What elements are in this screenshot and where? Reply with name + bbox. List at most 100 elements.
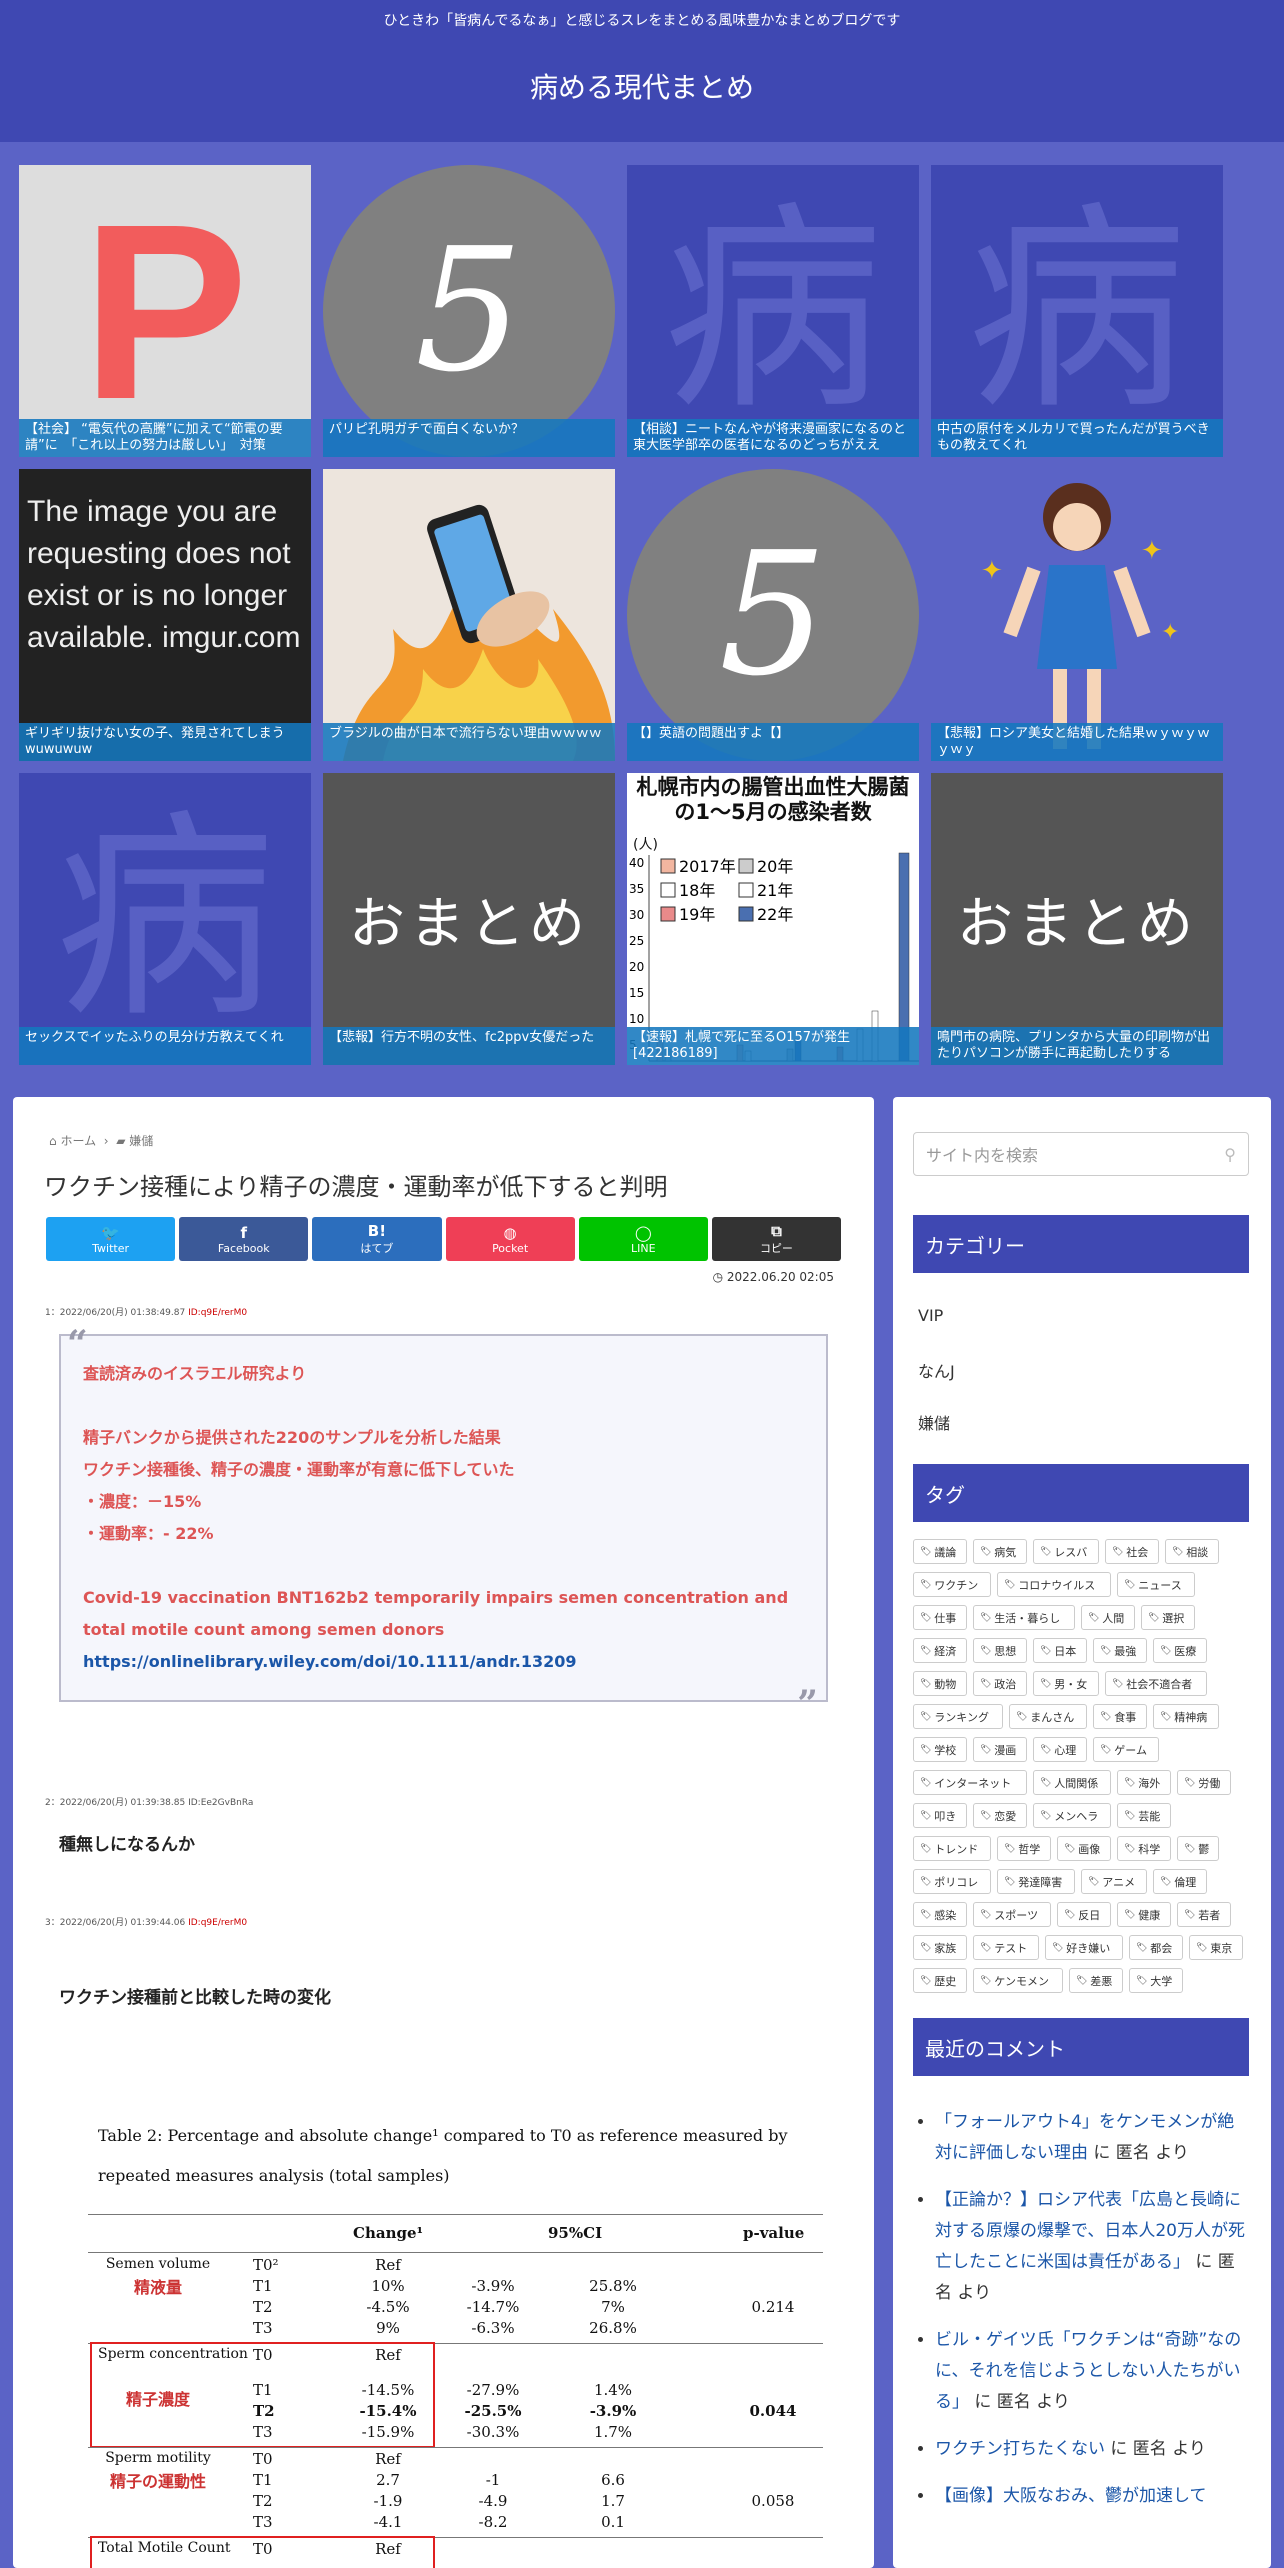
tag-link[interactable]: 🏷 ケンモメン	[973, 1968, 1063, 1993]
comment-post-link[interactable]: 【画像】大阪なおみ、鬱が加速して	[935, 2486, 1207, 2506]
tag-link[interactable]: 🏷 芸能	[1117, 1803, 1171, 1828]
category-link[interactable]: VIP	[918, 1306, 943, 1325]
pocket-share-button[interactable]: ◍ Pocket	[445, 1217, 575, 1261]
featured-card[interactable]: ブラジルの曲が日本で流行らない理由ｗｗｗｗ	[323, 469, 615, 761]
tag-link[interactable]: 🏷 倫理	[1153, 1869, 1207, 1894]
card-caption[interactable]: ブラジルの曲が日本で流行らない理由ｗｗｗｗ	[323, 723, 615, 761]
tag-link[interactable]: 🏷 大学	[1129, 1968, 1183, 1993]
comment-post-link[interactable]: ワクチン打ちたくない	[935, 2439, 1105, 2459]
featured-card[interactable]: P 【社会】 “電気代の高騰”に加えて“節電の要請”に 「これ以上の努力は厳しい…	[19, 165, 311, 457]
featured-card[interactable]: おまとめ 鳴門市の病院、プリンタから大量の印刷物が出たりパソコンが勝手に再起動し…	[931, 773, 1223, 1065]
tag-link[interactable]: 🏷 発達障害	[997, 1869, 1075, 1894]
tag-link[interactable]: 🏷 健康	[1117, 1902, 1171, 1927]
tag-link[interactable]: 🏷 仕事	[913, 1605, 967, 1630]
tag-link[interactable]: 🏷 ポリコレ	[913, 1869, 991, 1894]
tag-link[interactable]: 🏷 政治	[973, 1671, 1027, 1696]
tag-link[interactable]: 🏷 叩き	[913, 1803, 967, 1828]
tag-link[interactable]: 🏷 テスト	[973, 1935, 1039, 1960]
tag-link[interactable]: 🏷 海外	[1117, 1770, 1171, 1795]
tag-link[interactable]: 🏷 まんさん	[1009, 1704, 1087, 1729]
tag-link[interactable]: 🏷 歴史	[913, 1968, 967, 1993]
tag-link[interactable]: 🏷 労働	[1177, 1770, 1231, 1795]
tag-link[interactable]: 🏷 トレンド	[913, 1836, 991, 1861]
breadcrumb-category[interactable]: 嫌儲	[129, 1134, 153, 1148]
card-caption[interactable]: セックスでイッたふりの見分け方教えてくれ	[19, 1027, 311, 1065]
tag-link[interactable]: 🏷 東京	[1189, 1935, 1243, 1960]
tag-link[interactable]: 🏷 感染	[913, 1902, 967, 1927]
tag-link[interactable]: 🏷 アニメ	[1081, 1869, 1147, 1894]
card-caption[interactable]: 【悲報】行方不明の女性、fc2ppv女優だった	[323, 1027, 615, 1065]
card-caption[interactable]: ギリギリ抜けない女の子、発見されてしまうwuwuwuw	[19, 723, 311, 761]
featured-card[interactable]: The image you are requesting does not ex…	[19, 469, 311, 761]
tag-link[interactable]: 🏷 人間関係	[1033, 1770, 1111, 1795]
featured-card[interactable]: 病 セックスでイッたふりの見分け方教えてくれ	[19, 773, 311, 1065]
line-share-button[interactable]: ◯ LINE	[578, 1217, 708, 1261]
tag-link[interactable]: 🏷 スポーツ	[973, 1902, 1051, 1927]
tag-link[interactable]: 🏷 人間	[1081, 1605, 1135, 1630]
tag-link[interactable]: 🏷 若者	[1177, 1902, 1231, 1927]
tag-link[interactable]: 🏷 社会	[1105, 1539, 1159, 1564]
tag-link[interactable]: 🏷 差悪	[1069, 1968, 1123, 1993]
tag-link[interactable]: 🏷 漫画	[973, 1737, 1027, 1762]
card-caption[interactable]: パリピ孔明ガチで面白くないか？	[323, 419, 615, 457]
tag-link[interactable]: 🏷 レスバ	[1033, 1539, 1099, 1564]
tag-link[interactable]: 🏷 動物	[913, 1671, 967, 1696]
tag-link[interactable]: 🏷 心理	[1033, 1737, 1087, 1762]
tag-link[interactable]: 🏷 社会不適合者	[1105, 1671, 1207, 1696]
tag-link[interactable]: 🏷 反日	[1057, 1902, 1111, 1927]
card-caption[interactable]: 【社会】 “電気代の高騰”に加えて“節電の要請”に 「これ以上の努力は厳しい」 …	[19, 419, 311, 457]
tag-link[interactable]: 🏷 ニュース	[1117, 1572, 1195, 1597]
tag-link[interactable]: 🏷 好き嫌い	[1045, 1935, 1123, 1960]
tag-link[interactable]: 🏷 精神病	[1153, 1704, 1219, 1729]
featured-card[interactable]: 5 パリピ孔明ガチで面白くないか？	[323, 165, 615, 457]
tag-link[interactable]: 🏷 インターネット	[913, 1770, 1027, 1795]
card-caption[interactable]: 鳴門市の病院、プリンタから大量の印刷物が出たりパソコンが勝手に再起動したりする	[931, 1027, 1223, 1065]
tag-link[interactable]: 🏷 ランキング	[913, 1704, 1003, 1729]
featured-card[interactable]: 5 【】英語の問題出すよ【】	[627, 469, 919, 761]
card-caption[interactable]: 中古の原付をメルカリで買ったんだが買うべきもの教えてくれ	[931, 419, 1223, 457]
site-title[interactable]: 病める現代まとめ	[0, 66, 1284, 106]
tag-link[interactable]: 🏷 食事	[1093, 1704, 1147, 1729]
tag-link[interactable]: 🏷 メンヘラ	[1033, 1803, 1111, 1828]
tag-link[interactable]: 🏷 ゲーム	[1093, 1737, 1159, 1762]
card-caption[interactable]: 【】英語の問題出すよ【】	[627, 723, 919, 761]
tag-link[interactable]: 🏷 家族	[913, 1935, 967, 1960]
tag-link[interactable]: 🏷 議論	[913, 1539, 967, 1564]
tag-link[interactable]: 🏷 相談	[1165, 1539, 1219, 1564]
tag-link[interactable]: 🏷 哲学	[997, 1836, 1051, 1861]
tag-link[interactable]: 🏷 病気	[973, 1539, 1027, 1564]
tag-link[interactable]: 🏷 恋愛	[973, 1803, 1027, 1828]
tag-link[interactable]: 🏷 コロナウイルス	[997, 1572, 1111, 1597]
tag-link[interactable]: 🏷 科学	[1117, 1836, 1171, 1861]
hatena-share-button[interactable]: B! はてブ	[312, 1217, 442, 1261]
copy-share-button[interactable]: ⧉ コピー	[711, 1217, 842, 1261]
tag-link[interactable]: 🏷 画像	[1057, 1836, 1111, 1861]
tag-link[interactable]: 🏷 学校	[913, 1737, 967, 1762]
card-caption[interactable]: 【相談】ニートなんやが将来漫画家になるのと東大医学部卒の医者になるのどっちがええ	[627, 419, 919, 457]
featured-card[interactable]: 病 【相談】ニートなんやが将来漫画家になるのと東大医学部卒の医者になるのどっちが…	[627, 165, 919, 457]
comment-post-link[interactable]: 「フォールアウト4」をケンモメンが絶対に評価しない理由	[935, 2112, 1234, 2163]
tag-link[interactable]: 🏷 経済	[913, 1638, 967, 1663]
breadcrumb-home[interactable]: ホーム	[60, 1134, 96, 1148]
facebook-share-button[interactable]: f Facebook	[179, 1217, 309, 1261]
category-link[interactable]: 嫌儲	[918, 1410, 950, 1434]
tag-link[interactable]: 🏷 選択	[1141, 1605, 1195, 1630]
featured-card[interactable]: ✦ ✦ ✦ 【悲報】ロシア美女と結婚した結果ｗｙｗｙｗｙｗｙ	[931, 469, 1223, 761]
featured-card[interactable]: 札幌市内の腸管出血性大腸菌の1～5月の感染者数 (人) 2017年 20年 18年 2…	[627, 773, 919, 1065]
tag-link[interactable]: 🏷 都会	[1129, 1935, 1183, 1960]
tag-link[interactable]: 🏷 思想	[973, 1638, 1027, 1663]
tag-link[interactable]: 🏷 男・女	[1033, 1671, 1099, 1696]
featured-card[interactable]: 病 中古の原付をメルカリで買ったんだが買うべきもの教えてくれ	[931, 165, 1223, 457]
tag-link[interactable]: 🏷 日本	[1033, 1638, 1087, 1663]
twitter-share-button[interactable]: 🐦 Twitter	[46, 1217, 176, 1261]
tag-link[interactable]: 🏷 最強	[1093, 1638, 1147, 1663]
card-caption[interactable]: 【速報】札幌で死に至るO157が発生[422186189]	[627, 1027, 919, 1065]
card-caption[interactable]: 【悲報】ロシア美女と結婚した結果ｗｙｗｙｗｙｗｙ	[931, 723, 1223, 761]
tag-link[interactable]: 🏷 ワクチン	[913, 1572, 991, 1597]
category-link[interactable]: なんJ	[918, 1358, 955, 1382]
tag-link[interactable]: 🏷 鬱	[1177, 1836, 1219, 1861]
featured-card[interactable]: おまとめ 【悲報】行方不明の女性、fc2ppv女優だった	[323, 773, 615, 1065]
tag-link[interactable]: 🏷 生活・暮らし	[973, 1605, 1075, 1630]
search-input[interactable]: サイト内を検索 ⚲	[913, 1132, 1249, 1176]
tag-link[interactable]: 🏷 医療	[1153, 1638, 1207, 1663]
